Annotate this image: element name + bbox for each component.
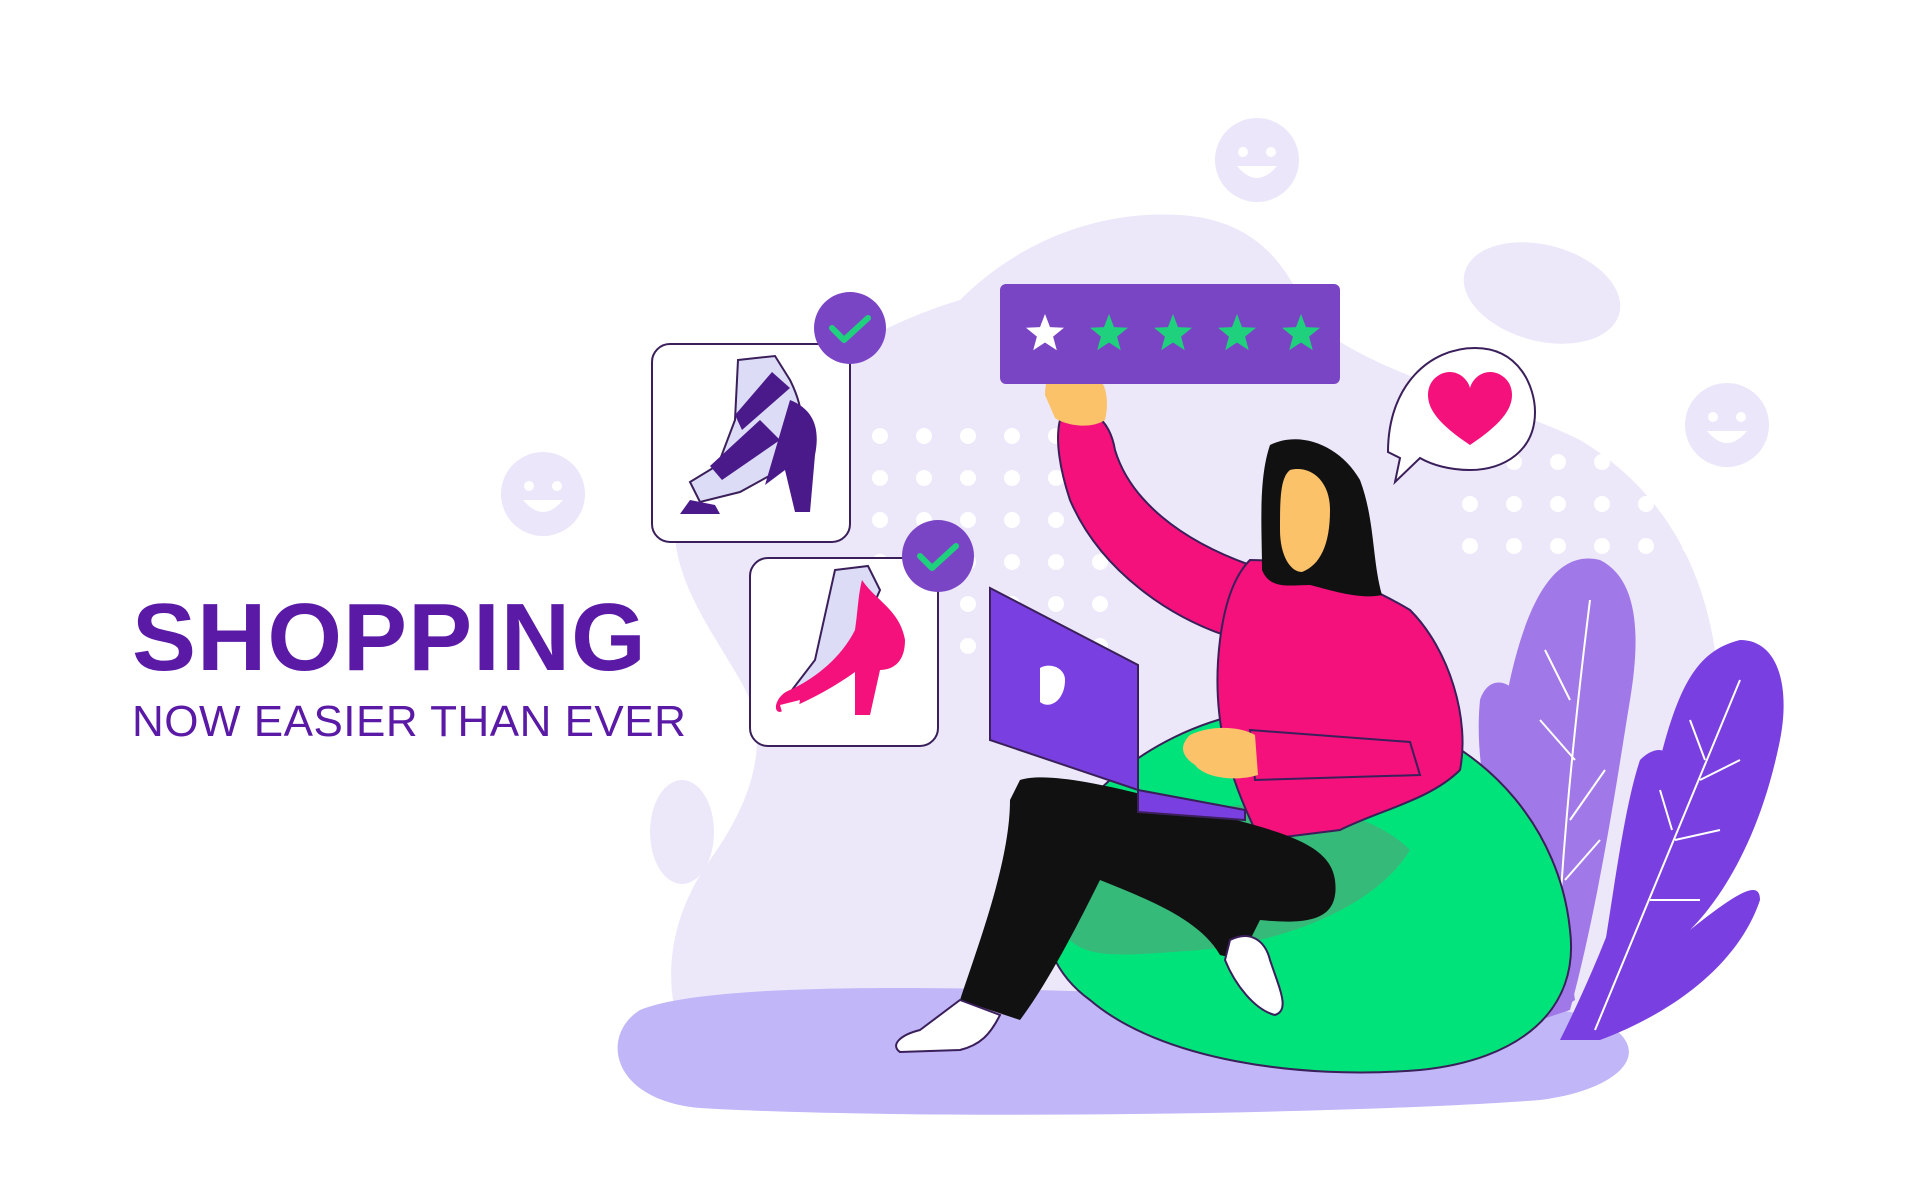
dot <box>1594 496 1610 512</box>
dot <box>1682 454 1698 470</box>
smiley-icon <box>501 452 585 536</box>
dot <box>1462 538 1478 554</box>
dot <box>1048 512 1064 528</box>
rating-bar <box>1000 284 1340 384</box>
dot <box>1506 496 1522 512</box>
dot <box>1004 554 1020 570</box>
dot <box>916 470 932 486</box>
dot <box>960 470 976 486</box>
product-card[interactable] <box>749 557 939 747</box>
dot <box>1638 496 1654 512</box>
headline: SHOPPING <box>132 584 647 691</box>
dot <box>1004 428 1020 444</box>
dot <box>1048 554 1064 570</box>
dot <box>1682 496 1698 512</box>
dot <box>916 428 932 444</box>
smiley-icon <box>1685 383 1769 467</box>
dot <box>1004 512 1020 528</box>
dot <box>872 428 888 444</box>
dot <box>960 428 976 444</box>
dot <box>960 512 976 528</box>
dot <box>1048 596 1064 612</box>
dot <box>872 470 888 486</box>
dot <box>1550 454 1566 470</box>
dot <box>1506 538 1522 554</box>
check-badge <box>814 292 886 364</box>
check-badge <box>902 520 974 592</box>
shopping-banner: SHOPPING NOW EASIER THAN EVER <box>0 0 1920 1192</box>
dot <box>1682 538 1698 554</box>
dot <box>1638 454 1654 470</box>
smiley-icon <box>1215 118 1299 202</box>
dot <box>1092 596 1108 612</box>
dot <box>1550 496 1566 512</box>
dot <box>872 512 888 528</box>
background-blob <box>650 780 714 884</box>
dot <box>1004 470 1020 486</box>
background-blob <box>1463 242 1621 344</box>
dot <box>960 596 976 612</box>
dot <box>1594 538 1610 554</box>
dot <box>1638 538 1654 554</box>
product-card[interactable] <box>651 343 851 543</box>
subheadline: NOW EASIER THAN EVER <box>132 697 687 746</box>
dot <box>1594 454 1610 470</box>
dot <box>1550 538 1566 554</box>
dot <box>1462 496 1478 512</box>
dot <box>960 638 976 654</box>
